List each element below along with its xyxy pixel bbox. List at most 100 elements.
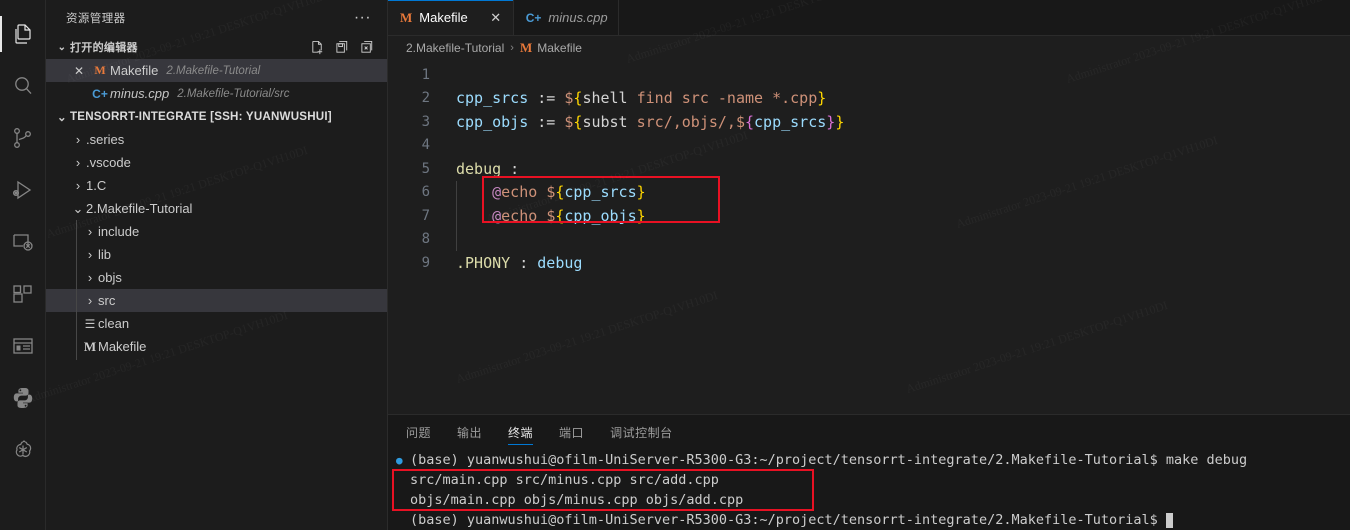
- tree-item-objs[interactable]: › objs: [46, 266, 387, 289]
- tab-makefile[interactable]: M Makefile ✕: [388, 0, 514, 35]
- tree-item-src[interactable]: › src: [46, 289, 387, 312]
- tree-item-1c[interactable]: › 1.C: [46, 174, 387, 197]
- activity-item-search[interactable]: [0, 60, 45, 112]
- code-text: .PHONY : debug: [456, 254, 582, 272]
- chevron-right-icon: ›: [87, 270, 93, 285]
- code-token: $: [735, 112, 745, 131]
- terminal-line: objs/main.cpp objs/minus.cpp objs/add.cp…: [396, 490, 1350, 510]
- line-number: 2: [421, 90, 430, 107]
- source-control-icon: [11, 126, 35, 150]
- chevron-right-icon: ›: [75, 178, 81, 193]
- tree-item-label: clean: [98, 316, 130, 331]
- sidebar-title-label: 资源管理器: [66, 12, 126, 25]
- code-token: cpp_srcs: [564, 183, 637, 202]
- sidebar: 资源管理器 ··· ⌄ 打开的编辑器 ✕ M Makefile 2.Makefi…: [46, 0, 388, 530]
- terminal-text: src/main.cpp src/minus.cpp src/add.cpp: [410, 472, 719, 488]
- tree-item-clean[interactable]: ☰ clean: [46, 312, 387, 335]
- terminal-text: (base) yuanwushui@ofilm-UniServer-R5300-…: [410, 452, 1248, 468]
- workspace-root-header[interactable]: ⌄ TENSORRT-INTEGRATE [SSH: YUANWUSHUI]: [46, 105, 387, 128]
- terminal-line: ● (base) yuanwushui@ofilm-UniServer-R5300…: [396, 450, 1350, 470]
- command-status-icon: ●: [396, 453, 403, 467]
- code-line: 4: [388, 134, 1350, 158]
- open-editor-row-minus-cpp[interactable]: C+ minus.cpp 2.Makefile-Tutorial/src: [46, 82, 387, 105]
- code-token: }: [835, 112, 845, 131]
- close-icon[interactable]: ✕: [489, 10, 503, 26]
- search-icon: [11, 74, 35, 98]
- open-editor-name: minus.cpp: [110, 86, 170, 101]
- terminal-cursor: [1165, 512, 1173, 528]
- activity-item-remote-explorer[interactable]: [0, 216, 45, 268]
- open-editors-label: 打开的编辑器: [70, 42, 138, 54]
- code-token: :: [501, 159, 520, 178]
- panel-tab-bar: 问题 输出 终端 端口 调试控制台: [388, 415, 1350, 450]
- tree-item-label: lib: [98, 247, 112, 262]
- sidebar-more-actions-icon[interactable]: ···: [346, 9, 379, 25]
- code-token: cpp_objs: [456, 112, 529, 131]
- indent-guide: [76, 220, 77, 360]
- run-debug-icon: [11, 178, 35, 202]
- code-token: $: [546, 206, 556, 225]
- code-token: }: [817, 89, 827, 108]
- panel-tab-debug-console[interactable]: 调试控制台: [610, 415, 673, 450]
- line-number: 8: [421, 231, 430, 248]
- activity-item-layout[interactable]: [0, 320, 45, 372]
- code-token: cpp_objs: [564, 206, 637, 225]
- panel-tab-problems[interactable]: 问题: [406, 415, 431, 450]
- tree-item-makefile[interactable]: M Makefile: [46, 335, 387, 358]
- activity-item-source-control[interactable]: [0, 112, 45, 164]
- save-all-icon[interactable]: [335, 40, 350, 55]
- panel-tab-output[interactable]: 输出: [457, 415, 482, 450]
- close-all-editors-icon[interactable]: [360, 40, 375, 55]
- code-token: subst: [582, 112, 628, 131]
- tree-item-include[interactable]: › include: [46, 220, 387, 243]
- layout-icon: [11, 334, 35, 358]
- editor-group: M Makefile ✕ C+ minus.cpp 2.Makefile-Tut…: [388, 0, 1350, 530]
- tree-item-makefile-tutorial[interactable]: ⌄ 2.Makefile-Tutorial: [46, 197, 387, 220]
- open-editor-path: 2.Makefile-Tutorial: [166, 64, 261, 77]
- breadcrumb-folder[interactable]: 2.Makefile-Tutorial: [406, 41, 504, 55]
- makefile-icon: M: [400, 9, 413, 25]
- code-line: 9 .PHONY : debug: [388, 251, 1350, 275]
- open-editors-section-header[interactable]: ⌄ 打开的编辑器: [46, 35, 387, 59]
- chatgpt-icon: [11, 438, 35, 462]
- code-token: src/,objs/,: [627, 112, 736, 131]
- open-editor-path: 2.Makefile-Tutorial/src: [177, 87, 290, 100]
- tree-item-lib[interactable]: › lib: [46, 243, 387, 266]
- terminal[interactable]: ● (base) yuanwushui@ofilm-UniServer-R5300…: [388, 450, 1350, 530]
- sidebar-title: 资源管理器 ···: [46, 0, 387, 35]
- chevron-down-icon: ⌄: [57, 110, 67, 124]
- code-line: 1: [388, 63, 1350, 87]
- code-token: debug: [537, 253, 583, 272]
- tree-item-series[interactable]: › .series: [46, 128, 387, 151]
- code-token: }: [826, 112, 836, 131]
- open-editors-actions: [310, 40, 387, 55]
- chevron-down-icon: ⌄: [72, 200, 84, 216]
- makefile-icon: M: [94, 63, 106, 77]
- code-text: @echo ${cpp_srcs}: [456, 183, 646, 201]
- code-token: echo: [501, 206, 538, 225]
- activity-bar: [0, 0, 46, 530]
- activity-item-run-and-debug[interactable]: [0, 164, 45, 216]
- new-file-icon[interactable]: [310, 40, 325, 55]
- activity-item-chatgpt[interactable]: [0, 424, 45, 476]
- open-editor-name: Makefile: [110, 63, 159, 78]
- breadcrumb-file[interactable]: M Makefile: [520, 40, 582, 56]
- editor-tab-bar: M Makefile ✕ C+ minus.cpp: [388, 0, 1350, 36]
- terminal-line: (base) yuanwushui@ofilm-UniServer-R5300-…: [396, 510, 1350, 530]
- activity-item-python[interactable]: [0, 372, 45, 424]
- activity-item-extensions[interactable]: [0, 268, 45, 320]
- code-editor[interactable]: 1 2 cpp_srcs := ${shell find src -name *.c…: [388, 59, 1350, 414]
- code-token: :=: [528, 112, 565, 131]
- vscode-window: 资源管理器 ··· ⌄ 打开的编辑器 ✕ M Makefile 2.Makefi…: [0, 0, 1350, 530]
- open-editors-list: ✕ M Makefile 2.Makefile-Tutorial C+ minu…: [46, 59, 387, 105]
- panel-tab-terminal[interactable]: 终端: [508, 415, 534, 450]
- tab-minus-cpp[interactable]: C+ minus.cpp: [513, 0, 619, 35]
- panel-tab-ports[interactable]: 端口: [559, 415, 584, 450]
- open-editor-row-makefile[interactable]: ✕ M Makefile 2.Makefile-Tutorial: [46, 59, 387, 82]
- activity-item-explorer[interactable]: [0, 8, 45, 60]
- line-number: 6: [421, 184, 430, 201]
- code-token: debug: [456, 159, 502, 178]
- tree-item-vscode[interactable]: › .vscode: [46, 151, 387, 174]
- close-icon[interactable]: ✕: [68, 64, 90, 78]
